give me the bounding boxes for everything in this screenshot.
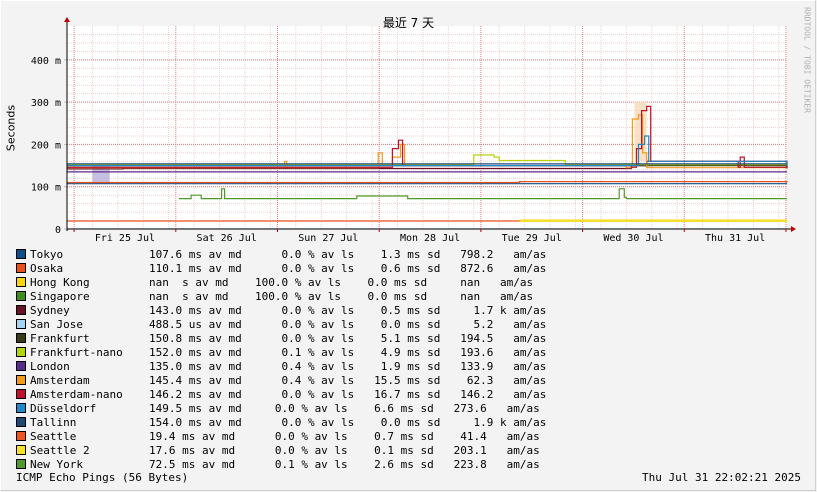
legend-series-stats: 110.1 ms av md 0.0 % av ls 0.6 ms sd 872… — [149, 261, 547, 275]
y-tick-label: 300 m — [31, 98, 61, 109]
legend-row: San Jose 488.5 us av md 0.0 % av ls 0.0 m… — [16, 317, 546, 331]
legend-row: Amsterdam 145.4 ms av md 0.4 % av ls 15.5… — [16, 373, 546, 387]
legend-series-stats: 107.6 ms av md 0.0 % av ls 1.3 ms sd 798… — [149, 247, 547, 261]
legend-row: Frankfurt 150.8 ms av md 0.0 % av ls 5.1 … — [16, 331, 546, 345]
legend-series-stats: 143.0 ms av md 0.0 % av ls 0.5 ms sd 1.7… — [149, 303, 547, 317]
legend-swatch — [16, 389, 26, 399]
y-axis-label: Seconds — [4, 104, 18, 152]
legend-swatch — [16, 375, 26, 385]
legend-series-stats: 19.4 ms av md 0.0 % av ls 0.7 ms sd 41.4… — [149, 429, 540, 443]
legend-row: Seattle 2 17.6 ms av md 0.0 % av ls 0.1 m… — [16, 443, 540, 457]
x-tick-label: Thu 31 Jul — [705, 233, 765, 244]
legend-series-stats: 145.4 ms av md 0.4 % av ls 15.5 ms sd 62… — [149, 373, 547, 387]
legend-series-stats: 488.5 us av md 0.0 % av ls 0.0 ms sd 5.2… — [149, 317, 547, 331]
legend-series-stats: 152.0 ms av md 0.1 % av ls 4.9 ms sd 193… — [149, 345, 547, 359]
legend-swatch — [16, 431, 26, 441]
legend-swatch — [16, 319, 26, 329]
legend-series-stats: 17.6 ms av md 0.0 % av ls 0.1 ms sd 203.… — [149, 443, 540, 457]
legend-row: Sydney 143.0 ms av md 0.0 % av ls 0.5 ms … — [16, 303, 546, 317]
legend-series-name: Singapore — [30, 289, 90, 303]
x-tick-label: Wed 30 Jul — [603, 233, 663, 244]
legend-row: New York 72.5 ms av md 0.1 % av ls 2.6 ms… — [16, 457, 540, 471]
rrdtool-watermark: RRDTOOL / TOBI OETIKER — [802, 7, 812, 113]
legend-row: Düsseldorf 149.5 ms av md 0.0 % av ls 6.6… — [16, 401, 540, 415]
legend-series-name: Amsterdam-nano — [30, 387, 123, 401]
legend-row: London 135.0 ms av md 0.4 % av ls 1.9 ms … — [16, 359, 546, 373]
legend-series-name: Hong Kong — [30, 275, 90, 289]
y-tick-label: 0 — [55, 225, 61, 236]
chart-title: 最近 7 天 — [382, 16, 435, 30]
legend-swatch — [16, 305, 26, 315]
legend-row: Frankfurt-nano 152.0 ms av md 0.1 % av ls… — [16, 345, 546, 359]
legend-row: Tokyo 107.6 ms av md 0.0 % av ls 1.3 ms s… — [16, 247, 546, 261]
legend-series-stats: nan s av md 100.0 % av ls 0.0 ms sd nan … — [149, 289, 534, 303]
x-tick-label: Tue 29 Jul — [502, 233, 562, 244]
legend-swatch — [16, 249, 26, 259]
x-tick-label: Fri 25 Jul — [95, 233, 155, 244]
legend-swatch — [16, 417, 26, 427]
legend-swatch — [16, 459, 26, 469]
legend-swatch — [16, 263, 26, 273]
legend-series-stats: 149.5 ms av md 0.0 % av ls 6.6 ms sd 273… — [149, 401, 540, 415]
y-tick-label: 200 m — [31, 140, 61, 151]
legend-row: Hong Kong nan s av md 100.0 % av ls 0.0 m… — [16, 275, 533, 289]
legend-swatch — [16, 291, 26, 301]
legend-series-name: Sydney — [30, 303, 70, 317]
legend-series-stats: 146.2 ms av md 0.0 % av ls 16.7 ms sd 14… — [149, 387, 547, 401]
legend-row: Tallinn 154.0 ms av md 0.0 % av ls 0.0 ms… — [16, 415, 546, 429]
legend-series-name: Frankfurt — [30, 331, 90, 345]
legend-series-name: San Jose — [30, 317, 83, 331]
x-tick-label: Sun 27 Jul — [298, 233, 358, 244]
legend-row: Osaka 110.1 ms av md 0.0 % av ls 0.6 ms s… — [16, 261, 546, 275]
legend-row: Seattle 19.4 ms av md 0.0 % av ls 0.7 ms … — [16, 429, 540, 443]
footer-timestamp: Thu Jul 31 22:02:21 2025 — [642, 471, 801, 484]
legend-series-name: Amsterdam — [30, 373, 90, 387]
legend-series-name: Tallinn — [30, 415, 77, 429]
legend-swatch — [16, 445, 26, 455]
legend-series-stats: 150.8 ms av md 0.0 % av ls 5.1 ms sd 194… — [149, 331, 547, 345]
legend-series-name: Osaka — [30, 261, 64, 275]
x-tick-label: Mon 28 Jul — [400, 233, 460, 244]
x-tick-label: Sat 26 Jul — [197, 233, 257, 244]
legend-swatch — [16, 361, 26, 371]
legend-series-name: Tokyo — [30, 247, 64, 261]
legend-series-name: New York — [30, 457, 83, 471]
legend-series-stats: 72.5 ms av md 0.1 % av ls 2.6 ms sd 223.… — [149, 457, 540, 471]
legend-swatch — [16, 333, 26, 343]
legend-series-stats: 154.0 ms av md 0.0 % av ls 0.0 ms sd 1.9… — [149, 415, 547, 429]
legend-series-name: Seattle 2 — [30, 443, 90, 457]
legend-series-stats: 135.0 ms av md 0.4 % av ls 1.9 ms sd 133… — [149, 359, 547, 373]
legend-series-stats: nan s av md 100.0 % av ls 0.0 ms sd nan … — [149, 275, 534, 289]
x-axis-arrow — [791, 226, 796, 232]
legend-swatch — [16, 277, 26, 287]
y-tick-label: 100 m — [31, 183, 61, 194]
legend-swatch — [16, 403, 26, 413]
legend-series-name: Seattle — [30, 429, 77, 443]
legend-series-name: Frankfurt-nano — [30, 345, 123, 359]
legend-series-name: London — [30, 359, 70, 373]
legend-row: Amsterdam-nano 146.2 ms av md 0.0 % av ls… — [16, 387, 546, 401]
legend-swatch — [16, 347, 26, 357]
legend-row: Singapore nan s av md 100.0 % av ls 0.0 m… — [16, 289, 533, 303]
legend-series-name: Düsseldorf — [30, 401, 97, 415]
y-tick-label: 400 m — [31, 56, 61, 67]
footer-probe-description: ICMP Echo Pings (56 Bytes) — [16, 471, 189, 484]
